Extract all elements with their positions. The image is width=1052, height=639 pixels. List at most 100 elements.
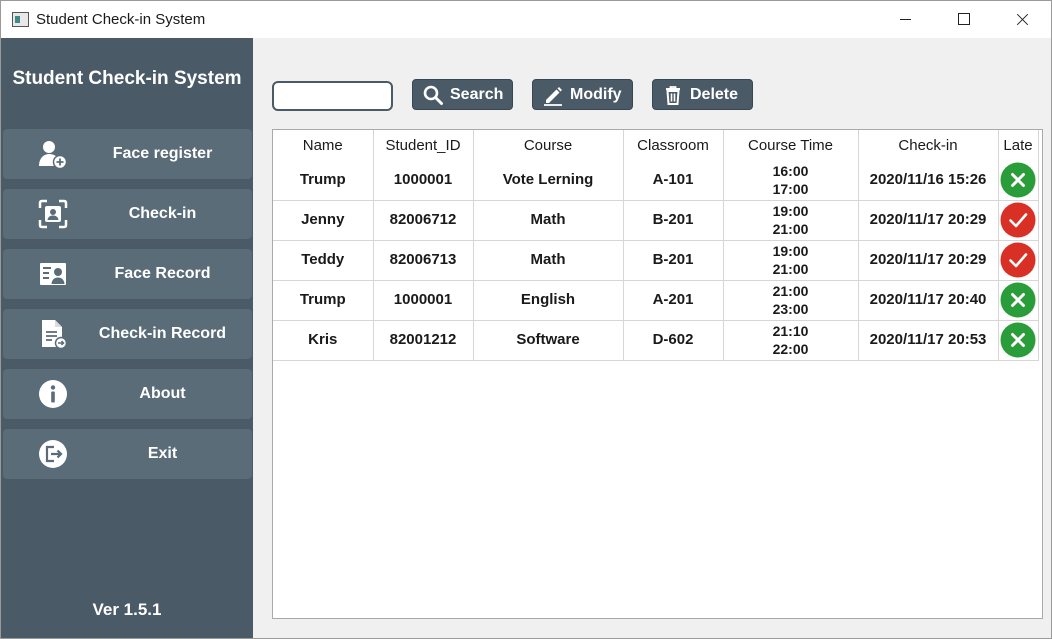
table-header-row: Name Student_ID Course Classroom Course … bbox=[273, 130, 1039, 160]
cell-name[interactable]: Kris bbox=[273, 320, 374, 361]
cell-name[interactable]: Trump bbox=[273, 280, 374, 321]
on-time-cross-icon bbox=[1000, 282, 1036, 318]
sidebar-item-face-register[interactable]: Face register bbox=[3, 129, 252, 179]
trash-icon bbox=[666, 86, 680, 105]
title-bar: Student Check-in System bbox=[1, 1, 1051, 38]
app-icon bbox=[12, 12, 29, 27]
cell-classroom[interactable]: D-602 bbox=[623, 320, 724, 361]
cell-checkin[interactable]: 2020/11/17 20:29 bbox=[858, 200, 999, 241]
delete-button-label: Delete bbox=[690, 86, 739, 103]
cell-course[interactable]: Math bbox=[473, 240, 624, 281]
cell-course[interactable]: Software bbox=[473, 320, 624, 361]
sidebar-item-exit[interactable]: Exit bbox=[3, 429, 252, 479]
cell-classroom[interactable]: B-201 bbox=[623, 200, 724, 241]
column-header[interactable]: Course bbox=[473, 130, 624, 160]
cell-course[interactable]: Vote Lerning bbox=[473, 160, 624, 201]
info-icon bbox=[39, 380, 67, 408]
modify-button-label: Modify bbox=[570, 86, 622, 103]
face-record-icon bbox=[40, 263, 66, 285]
cell-checkin[interactable]: 2020/11/17 20:53 bbox=[858, 320, 999, 361]
record-document-icon bbox=[42, 320, 68, 350]
course-time-end: 21:00 bbox=[772, 221, 809, 237]
column-header[interactable]: Late bbox=[998, 130, 1039, 160]
search-button[interactable]: Search bbox=[412, 79, 513, 110]
search-icon bbox=[423, 85, 443, 105]
table-row[interactable]: Trump 1000001 English A-201 21:00 23:00 2… bbox=[273, 280, 1039, 321]
sidebar-item-check-in-record[interactable]: Check-in Record bbox=[3, 309, 252, 359]
sidebar-item-label: Exit bbox=[147, 445, 178, 462]
cell-student-id[interactable]: 82006712 bbox=[373, 200, 474, 241]
cell-checkin[interactable]: 2020/11/17 20:29 bbox=[858, 240, 999, 281]
late-check-icon bbox=[1000, 202, 1036, 238]
cell-course[interactable]: English bbox=[473, 280, 624, 321]
cell-student-id[interactable]: 1000001 bbox=[373, 160, 474, 201]
sidebar-item-label: Face Record bbox=[114, 265, 211, 282]
cell-student-id[interactable]: 82001212 bbox=[373, 320, 474, 361]
app-window: Student Check-in System Student Check-in… bbox=[0, 0, 1052, 639]
close-button[interactable] bbox=[992, 1, 1050, 38]
cell-course-time[interactable]: 21:10 22:00 bbox=[723, 320, 859, 361]
course-time-start: 19:00 bbox=[772, 203, 809, 219]
course-time-start: 16:00 bbox=[772, 162, 809, 179]
sidebar-item-label: About bbox=[139, 385, 186, 402]
course-time-start: 21:10 bbox=[772, 323, 809, 339]
sidebar-app-title: Student Check-in System bbox=[12, 68, 242, 89]
column-header[interactable]: Course Time bbox=[723, 130, 859, 160]
column-header[interactable]: Student_ID bbox=[373, 130, 474, 160]
course-time-end: 23:00 bbox=[772, 301, 809, 317]
course-time-end: 22:00 bbox=[772, 341, 809, 357]
column-header[interactable]: Name bbox=[273, 130, 374, 160]
face-scan-icon bbox=[38, 199, 68, 229]
sidebar-item-face-record[interactable]: Face Record bbox=[3, 249, 252, 299]
maximize-button[interactable] bbox=[934, 1, 992, 38]
course-time-end: 17:00 bbox=[772, 180, 809, 197]
cell-name[interactable]: Trump bbox=[273, 160, 374, 201]
column-header[interactable]: Classroom bbox=[623, 130, 724, 160]
minimize-button[interactable] bbox=[876, 1, 934, 38]
course-time-end: 21:00 bbox=[772, 261, 809, 277]
cell-course[interactable]: Math bbox=[473, 200, 624, 241]
sidebar: Student Check-in System Face register Ch… bbox=[1, 38, 253, 638]
search-button-label: Search bbox=[450, 86, 504, 103]
sidebar-item-label: Check-in Record bbox=[98, 325, 227, 342]
cell-course-time[interactable]: 21:00 23:00 bbox=[723, 280, 859, 321]
cell-late[interactable] bbox=[998, 200, 1039, 241]
cell-classroom[interactable]: B-201 bbox=[623, 240, 724, 281]
exit-icon bbox=[39, 440, 67, 468]
cell-course-time[interactable]: 19:00 21:00 bbox=[723, 240, 859, 281]
window-title: Student Check-in System bbox=[36, 11, 206, 28]
table-row[interactable]: Jenny 82006712 Math B-201 19:00 21:00 202… bbox=[273, 200, 1039, 241]
sidebar-item-label: Face register bbox=[112, 145, 213, 162]
table-row[interactable]: Kris 82001212 Software D-602 21:10 22:00 … bbox=[273, 320, 1039, 361]
sidebar-item-about[interactable]: About bbox=[3, 369, 252, 419]
cell-late[interactable] bbox=[998, 280, 1039, 321]
cell-course-time[interactable]: 19:00 21:00 bbox=[723, 200, 859, 241]
course-time-start: 19:00 bbox=[772, 243, 809, 259]
sidebar-item-label: Check-in bbox=[128, 205, 197, 222]
cell-name[interactable]: Teddy bbox=[273, 240, 374, 281]
cell-name[interactable]: Jenny bbox=[273, 200, 374, 241]
cell-checkin[interactable]: 2020/11/17 20:40 bbox=[858, 280, 999, 321]
version-label: Ver 1.5.1 bbox=[92, 600, 162, 619]
on-time-cross-icon bbox=[1000, 322, 1036, 358]
table-row[interactable]: Trump 1000001 Vote Lerning A-101 16:00 17… bbox=[273, 160, 1039, 201]
cell-classroom[interactable]: A-101 bbox=[623, 160, 724, 201]
cell-late[interactable] bbox=[998, 240, 1039, 281]
table-row[interactable]: Teddy 82006713 Math B-201 19:00 21:00 202… bbox=[273, 240, 1039, 281]
delete-button[interactable]: Delete bbox=[652, 79, 753, 110]
sidebar-item-check-in[interactable]: Check-in bbox=[3, 189, 252, 239]
cell-course-time[interactable]: 16:00 17:00 bbox=[723, 160, 859, 201]
column-header[interactable]: Check-in bbox=[858, 130, 999, 160]
late-check-icon bbox=[1000, 242, 1036, 278]
course-time-start: 21:00 bbox=[772, 283, 809, 299]
pencil-icon bbox=[544, 87, 562, 106]
modify-button[interactable]: Modify bbox=[532, 79, 633, 110]
on-time-cross-icon bbox=[1000, 162, 1036, 198]
cell-checkin[interactable]: 2020/11/16 15:26 bbox=[858, 160, 999, 201]
cell-student-id[interactable]: 1000001 bbox=[373, 280, 474, 321]
cell-classroom[interactable]: A-201 bbox=[623, 280, 724, 321]
cell-late[interactable] bbox=[998, 320, 1039, 361]
cell-student-id[interactable]: 82006713 bbox=[373, 240, 474, 281]
cell-late[interactable] bbox=[998, 160, 1039, 201]
search-input[interactable] bbox=[272, 81, 393, 111]
